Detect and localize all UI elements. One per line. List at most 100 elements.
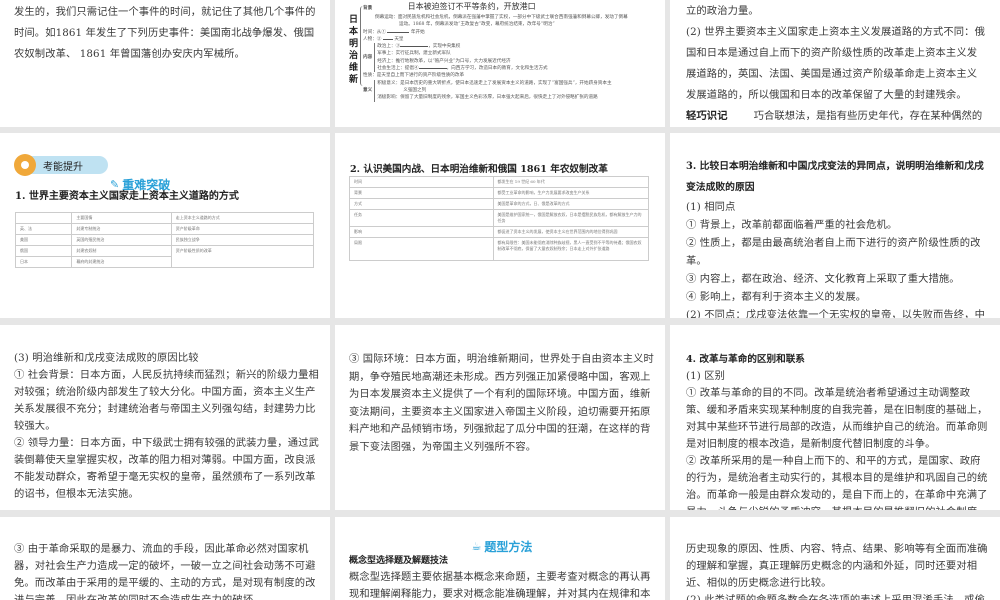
- slide-text: (2) 世界主要资本主义国家走上资本主义发展道路的方式不同：俄国和日本是通过自上…: [686, 26, 985, 101]
- mm-line: 积极意义：是日本历史的重大转折点，使日本迅速走上了发展资本主义的道路，实现了“富…: [377, 80, 612, 86]
- table-cell: [14, 212, 73, 224]
- table-cell: 封建农奴制: [71, 245, 172, 257]
- slide-1[interactable]: 发生的，我们只需记住一个事件的时间，就记住了其他几个事件的时间。如1861 年发…: [0, 0, 330, 127]
- table-cell: 资产阶级革命: [170, 223, 315, 235]
- cup-icon: ☕: [471, 539, 482, 553]
- slide-text: (1) 相同点: [686, 201, 736, 213]
- table-cell: 美国是革命的方式，日、俄是改革的方式: [492, 198, 650, 210]
- table-row: 影响 都促进了资本主义的发展，使资本主义在世界范围内的地位得到巩固: [349, 226, 650, 238]
- slide-3[interactable]: 立的政治力量。 (2) 世界主要资本主义国家走上资本主义发展道路的方式不同：俄国…: [670, 0, 1000, 127]
- slide-text: ③ 国际环境：日本方面，明治维新期间，世界处于自由资本主义时期，争夺殖民地高潮还…: [349, 353, 654, 453]
- mm-line: 消极影响：保留了大量旧制度的残余，军国主义色彩浓厚，日本强大起来后，很快走上了对…: [377, 95, 598, 101]
- slide-4[interactable]: 考能提升 ✎ 重难突破 1. 世界主要资本主义国家走上资本主义道路的方式 主要国情…: [0, 133, 330, 318]
- table-cell: 民族独立战争: [170, 234, 315, 246]
- mm-line: ，实现中央集权: [428, 44, 461, 50]
- mm-content-label: 内容: [363, 55, 373, 61]
- mm-bg-label: 背景: [363, 6, 373, 11]
- table-row: 任务 美国是维护国家统一，俄国是解放农奴，日本是摆脱民族危机，都有解放生产力的任务: [349, 209, 650, 227]
- slide-text: 概念型选择题主要依据基本概念来命题，主要考查对概念的再认再现和理解阐释能力，要求…: [349, 571, 651, 600]
- slide-text: 发生的，我们只需记住一个事件的时间，就记住了其他几个事件的时间。如1861 年发…: [14, 6, 316, 60]
- slide-2[interactable]: 日本明治维新 背景 日本被迫签订不平等条约，开放港口 倒幕运动：面对民族危机和社…: [335, 0, 665, 127]
- mm-line: 经济上：推行地税改革，以“殖产兴业”为口号，大力发展近代经济: [377, 58, 511, 64]
- slide-text: ② 改革所采用的是一种自上而下的、和平的方式，是国家、政府的行为，是统治者主动实…: [686, 455, 988, 510]
- slide-12[interactable]: 历史现象的原因、性质、内容、特点、结果、影响等有全面而准确的理解和掌握，真正理解…: [670, 517, 1000, 600]
- table-cell: 幕府的封建统治: [71, 256, 172, 268]
- table-row: 方式 美国是革命的方式，日、俄是改革的方式: [349, 198, 650, 210]
- slide-text: 历史现象的原因、性质、内容、特点、结果、影响等有全面而准确的理解和掌握，真正理解…: [686, 543, 988, 589]
- table-cell: 都促进了资本主义的发展，使资本主义在世界范围内的地位得到巩固: [492, 226, 650, 238]
- mm-line: ，向西方学习，改造日本的教育，文化和生活方式: [446, 66, 548, 72]
- table-cell: 走上资本主义道路的方式: [170, 212, 315, 224]
- table-row: 局限 都有局限性：美国未能彻底消除种族歧视，黑人一直受到不平等的待遇；俄国农奴制改…: [349, 237, 650, 261]
- ways-table: 主要国情 走上资本主义道路的方式 英、法 封建专制统治 资产阶级革命 美国 英国的殖民统…: [14, 212, 315, 268]
- table-cell: 都有局限性：美国未能彻底消除种族歧视，黑人一直受到不平等的待遇；俄国农奴制改革不…: [492, 237, 650, 261]
- slide-9[interactable]: 4. 改革与革命的区别和联系 (1) 区别 ① 改革与革命的目的不同。改革是统治…: [670, 325, 1000, 510]
- table-row: 时间 都发生在 19 世纪 60 年代: [349, 176, 650, 188]
- tip-text: 巧合联想法，是指有些历史年代，存在某种偶然的巧合。如果能有意识地将它们联系起来，…: [753, 110, 983, 122]
- mm-time: 时间：从①: [363, 29, 386, 35]
- table-row: 背景 都受工业革命的影响，生产力发展要求改变生产关系: [349, 187, 650, 199]
- slide-text: ③ 由于革命采取的是暴力、流血的手段，因此革命必然对国家机器，对社会生产力造成一…: [14, 543, 316, 600]
- table-row: 英、法 封建专制统治 资产阶级革命: [14, 223, 315, 235]
- table-cell: 方式: [349, 198, 494, 210]
- slide-heading: 3. 比较日本明治维新和中国戊戌变法的异同点，说明明治维新和戊戌变法成败的原因: [686, 161, 984, 193]
- table-cell: 影响: [349, 226, 494, 238]
- mm-time-end: 年开始: [410, 29, 425, 35]
- slide-text: ② 领导力量：日本方面，中下级武士拥有较强的武装力量，通过武装倒幕使天皇掌握实权…: [14, 437, 319, 500]
- mm-line: 军事上：实行征兵制，建立新式军队: [377, 51, 451, 57]
- slide-text: 立的政治力量。: [686, 5, 759, 17]
- mm-line: 运动。1868 年，倒幕派发动“王政复古”政变，幕府统治结束，改年号“明治”: [399, 22, 555, 28]
- table-cell: 英国的殖民统治: [71, 234, 172, 246]
- table-cell: 都发生在 19 世纪 60 年代: [492, 176, 650, 188]
- mm-line: 社会生活上：提倡④: [377, 66, 419, 72]
- slide-text: ① 背景上，改革前都面临着严重的社会危机。: [686, 219, 898, 231]
- slide-text: (3) 明治维新和戊戌变法成败的原因比较: [14, 352, 199, 364]
- mm-nature: 性质：是天皇自上而下进行的资产阶级性质的改革: [363, 73, 465, 79]
- slide-8[interactable]: ③ 国际环境：日本方面，明治维新期间，世界处于自由资本主义时期，争夺殖民地高潮还…: [335, 325, 665, 510]
- table-cell: 时间: [349, 176, 494, 188]
- badge-kaoneng: 考能提升: [14, 154, 108, 176]
- table-cell: 任务: [349, 209, 494, 227]
- slide-10[interactable]: ③ 由于革命采取的是暴力、流血的手段，因此革命必然对国家机器，对社会生产力造成一…: [0, 517, 330, 600]
- table-cell: 主要国情: [71, 212, 172, 224]
- comparison-table: 时间 都发生在 19 世纪 60 年代 背景 都受工业革命的影响，生产力发展要求改变…: [349, 176, 650, 261]
- slide-heading: 概念型选择题及解题技法: [349, 556, 449, 566]
- tip-label: 轻巧识记: [686, 110, 728, 122]
- table-row: 主要国情 走上资本主义道路的方式: [14, 212, 315, 224]
- mm-line: 日本被迫签订不平等条约，开放港口: [407, 2, 536, 11]
- table-cell: 美国: [14, 234, 73, 246]
- table-cell: 都受工业革命的影响，生产力发展要求改变生产关系: [492, 187, 650, 199]
- table-cell: 美国是维护国家统一，俄国是解放农奴，日本是摆脱民族危机，都有解放生产力的任务: [492, 209, 650, 227]
- table-cell: 局限: [349, 237, 494, 261]
- badge-label: 考能提升: [43, 162, 83, 173]
- table-cell: 英、法: [14, 223, 73, 235]
- slide-7[interactable]: (3) 明治维新和戊戌变法成败的原因比较 ① 社会背景：日本方面，人民反抗持续而…: [0, 325, 330, 510]
- slide-6[interactable]: 3. 比较日本明治维新和中国戊戌变法的异同点，说明明治维新和戊戌变法成败的原因 …: [670, 133, 1000, 318]
- section-title: ☕ 题型方法: [349, 538, 655, 554]
- slide-text: (2) 不同点：戊戌变法依靠一个无实权的皇帝，以失败而告终，中国仍面临严重的民族…: [686, 309, 985, 318]
- mm-person: 人物：②: [363, 36, 382, 42]
- table-cell: 资产阶级性质的改革: [170, 245, 315, 268]
- badge-circle-icon: [14, 154, 36, 176]
- table-cell: 日本: [14, 256, 73, 268]
- table-cell: 封建专制统治: [71, 223, 172, 235]
- table-row: 俄国 封建农奴制 资产阶级性质的改革: [14, 245, 315, 268]
- slide-11[interactable]: ☕ 题型方法 概念型选择题及解题技法 概念型选择题主要依据基本概念来命题，主要考查…: [335, 517, 665, 600]
- table-row: 美国 英国的殖民统治 民族独立战争: [14, 234, 315, 246]
- slide-text: ① 改革与革命的目的不同。改革是统治者希望通过主动调整政策、缓和矛盾来实现某种制…: [686, 387, 988, 450]
- mindmap-title: 日本明治维新: [349, 15, 359, 85]
- slide-heading: 4. 改革与革命的区别和联系: [686, 354, 805, 365]
- mindmap-body: 背景 日本被迫签订不平等条约，开放港口 倒幕运动：面对民族危机和社会危机，倒幕派…: [363, 2, 628, 102]
- slide-text: ② 性质上，都是由最高统治者自上而下进行的资产阶级性质的改革。: [686, 237, 981, 267]
- slide-text: ③ 内容上，都在政治、经济、文化教育上采取了重大措施。: [686, 273, 960, 285]
- mm-meaning-label: 意义: [363, 87, 373, 93]
- slide-text: (2) 此类试题的命题多数会在各选项的表述上采用混淆手法，或偷梁换柱，或: [686, 594, 985, 600]
- mm-person-end: 天皇: [394, 36, 404, 42]
- table-cell: 背景: [349, 187, 494, 199]
- mm-line: 义强国之列: [403, 87, 427, 93]
- slide-text: ① 社会背景：日本方面，人民反抗持续而猛烈；新兴的阶级力量相对较强；统治阶级内部…: [14, 369, 319, 432]
- slide-text: (1) 区别: [686, 370, 726, 382]
- table-cell: 俄国: [14, 245, 73, 257]
- slide-5[interactable]: 2. 认识美国内战、日本明治维新和俄国 1861 年农奴制改革 时间 都发生在 1…: [335, 133, 665, 318]
- mm-line: 倒幕运动：面对民族危机和社会危机，倒幕派在强藩中掌握了实权，一部分中下级武士联合…: [375, 15, 628, 20]
